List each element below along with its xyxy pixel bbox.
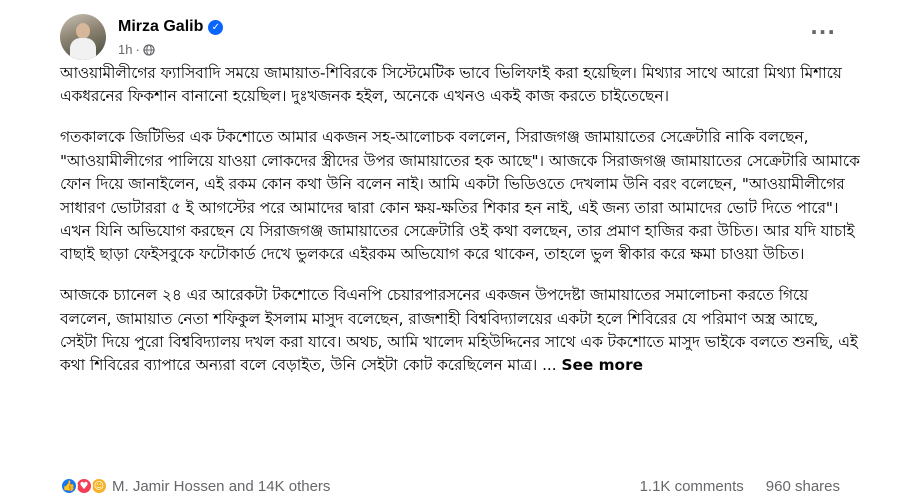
post-paragraph-3: আজকে চ্যানেল ২৪ এর আরেকটা টকশোতে বিএনপি … <box>60 284 860 378</box>
like-icon: 👍 <box>60 477 78 495</box>
reaction-icons[interactable]: 👍 ♥ ☺ <box>60 477 108 495</box>
post-paragraph-3-text: আজকে চ্যানেল ২৪ এর আরেকটা টকশোতে বিএনপি … <box>60 286 858 375</box>
post-meta: 1h · <box>118 42 155 57</box>
reactions-summary[interactable]: M. Jamir Hossen and 14K others <box>112 478 330 495</box>
see-more-link[interactable]: See more <box>562 356 643 374</box>
meta-separator: · <box>135 42 140 57</box>
post-time[interactable]: 1h <box>118 42 132 57</box>
avatar[interactable] <box>60 14 106 60</box>
verified-badge-icon: ✓ <box>208 19 224 35</box>
engagement-stats: 1.1K comments 960 shares <box>640 478 840 495</box>
author-name[interactable]: Mirza Galib <box>118 18 203 36</box>
facebook-post: Mirza Galib ✓ 1h · ··· আওয়ামীলীগের ফ্যা… <box>0 0 900 500</box>
author-row: Mirza Galib ✓ <box>118 18 224 36</box>
post-footer: 👍 ♥ ☺ M. Jamir Hossen and 14K others 1.1… <box>60 474 840 498</box>
shares-count[interactable]: 960 shares <box>766 478 840 495</box>
more-options-button[interactable]: ··· <box>810 22 836 42</box>
avatar-head-shape <box>76 23 90 39</box>
globe-icon[interactable] <box>143 43 155 56</box>
post-paragraph-1: আওয়ামীলীগের ফ্যাসিবাদি সময়ে জামায়াত-শ… <box>60 64 842 106</box>
ellipsis: ... <box>542 356 557 375</box>
post-body: আওয়ামীলীগের ফ্যাসিবাদি সময়ে জামায়াত-শ… <box>60 62 860 395</box>
post-header: Mirza Galib ✓ 1h · ··· <box>60 14 840 62</box>
post-paragraph-2: গতকালকে জিটিভির এক টকশোতে আমার একজন সহ-আ… <box>60 128 860 264</box>
comments-count[interactable]: 1.1K comments <box>640 478 744 495</box>
avatar-body-shape <box>70 38 96 60</box>
